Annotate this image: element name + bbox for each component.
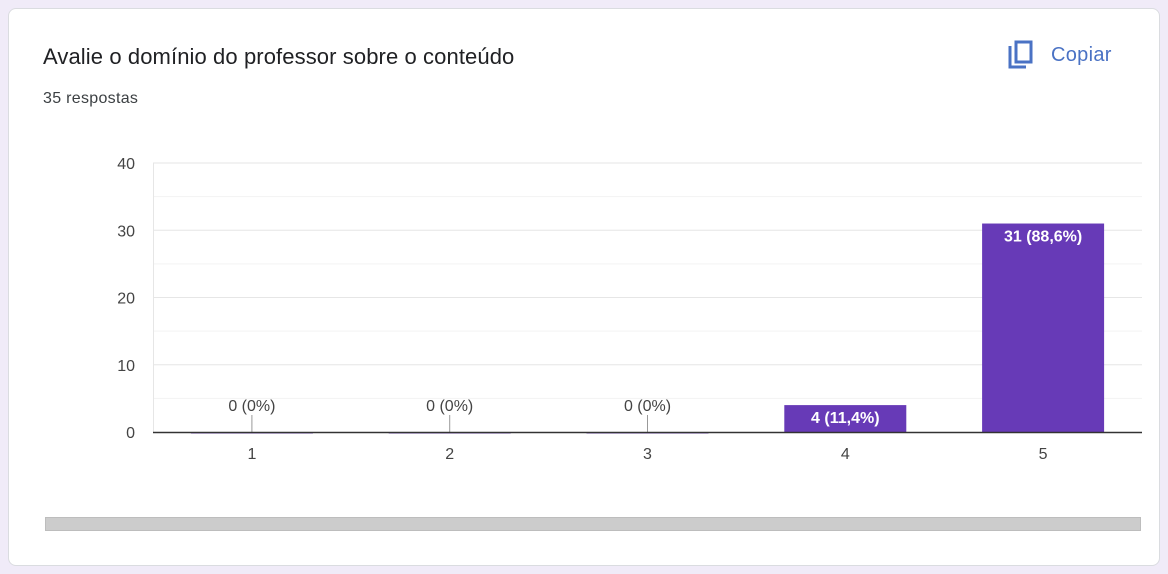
question-card: Avalie o domínio do professor sobre o co… bbox=[8, 8, 1160, 566]
bar-chart: 0 10 20 30 40 0 (0%) 1 0 (0%) 2 0 (0%) 3 4 (11,4%) 4… bbox=[117, 156, 1142, 463]
data-label: 4 (11,4%) bbox=[811, 410, 879, 427]
data-label: 31 (88,6%) bbox=[1004, 229, 1082, 246]
x-tick-label: 2 bbox=[445, 446, 454, 463]
y-tick-label: 10 bbox=[117, 358, 135, 375]
x-tick-label: 1 bbox=[247, 446, 256, 463]
x-tick-label: 5 bbox=[1039, 446, 1048, 463]
y-tick-label: 40 bbox=[117, 156, 135, 173]
y-tick-label: 0 bbox=[126, 425, 135, 442]
x-tick-label: 3 bbox=[643, 446, 652, 463]
x-tick-label: 4 bbox=[841, 446, 850, 463]
bar bbox=[982, 223, 1105, 432]
horizontal-scrollbar[interactable] bbox=[45, 517, 1141, 531]
y-tick-label: 30 bbox=[117, 223, 135, 240]
y-tick-label: 20 bbox=[117, 291, 135, 308]
data-label: 0 (0%) bbox=[228, 398, 275, 415]
data-label: 0 (0%) bbox=[426, 398, 473, 415]
data-label: 0 (0%) bbox=[624, 398, 671, 415]
